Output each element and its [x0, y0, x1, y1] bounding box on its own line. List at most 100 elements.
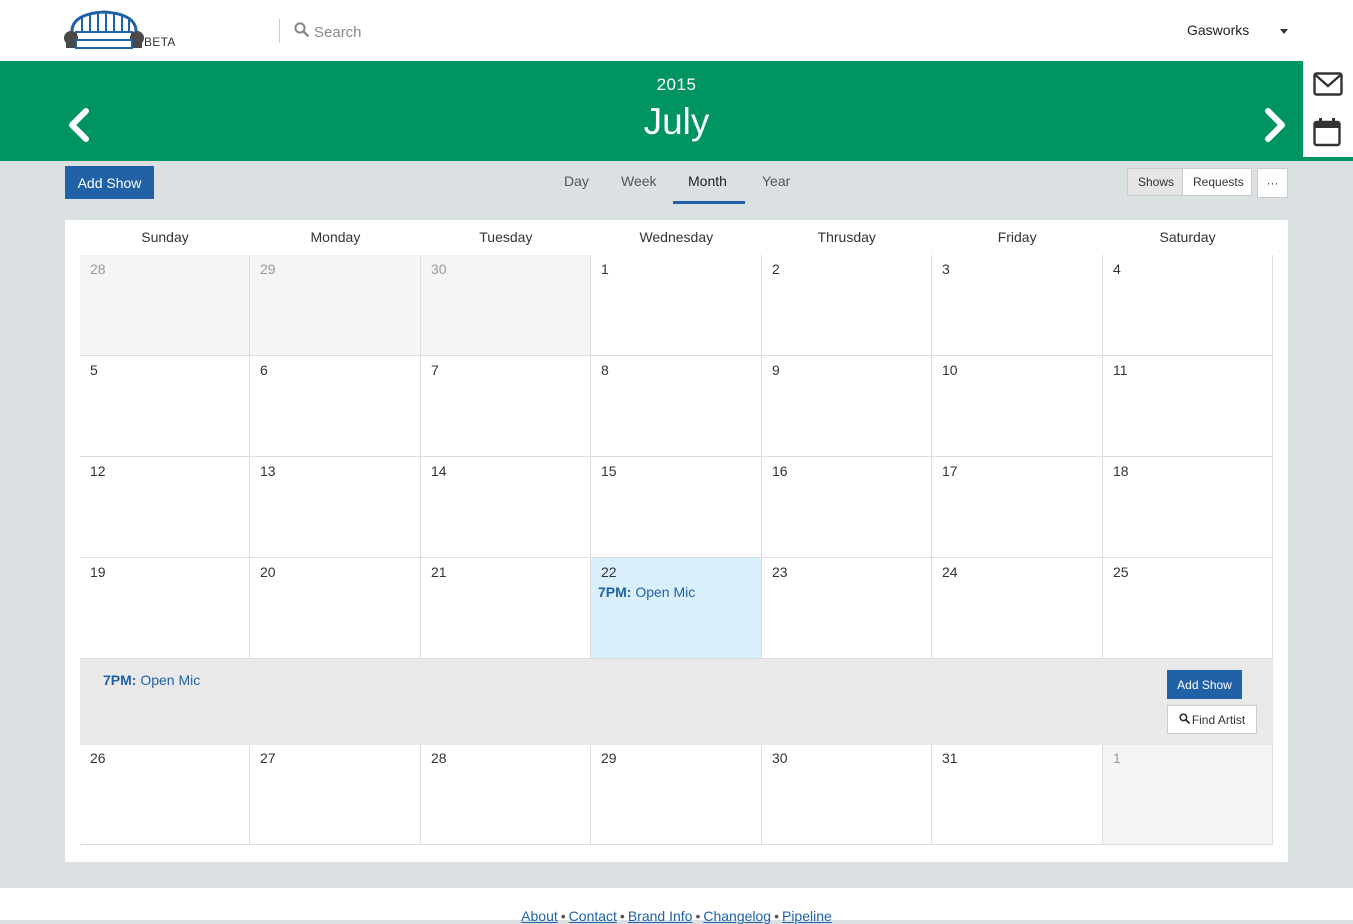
tab-month[interactable]: Month	[688, 173, 727, 189]
shows-toggle[interactable]: Shows	[1127, 168, 1183, 196]
day-number: 5	[90, 362, 98, 378]
day-cell[interactable]: 13	[250, 457, 421, 558]
day-cell[interactable]: 10	[932, 356, 1103, 457]
day-cell[interactable]: 9	[762, 356, 932, 457]
day-cell[interactable]: 11	[1103, 356, 1273, 457]
beta-tag: BETA	[144, 35, 176, 49]
weekday-label: Wednesday	[639, 229, 714, 245]
day-cell[interactable]: 20	[250, 558, 421, 659]
day-cell[interactable]: 19	[80, 558, 250, 659]
event-title: Open Mic	[635, 584, 696, 600]
day-cell[interactable]: 1	[1103, 744, 1273, 845]
day-number: 19	[90, 564, 106, 580]
day-number: 18	[1113, 463, 1129, 479]
side-accent	[1303, 157, 1353, 161]
day-cell[interactable]: 30	[421, 255, 591, 356]
day-cell[interactable]: 28	[80, 255, 250, 356]
search-box[interactable]	[294, 21, 494, 43]
tab-week[interactable]: Week	[621, 173, 657, 189]
calendar-icon[interactable]	[1313, 117, 1341, 152]
day-number: 25	[1113, 564, 1129, 580]
weekday-label: Monday	[310, 229, 361, 245]
day-cell[interactable]: 12	[80, 457, 250, 558]
top-bar: BETA Gasworks	[0, 0, 1353, 61]
day-cell[interactable]: 30	[762, 744, 932, 845]
more-options-button[interactable]: ···	[1257, 168, 1288, 198]
day-number: 13	[260, 463, 276, 479]
find-artist-button[interactable]: Find Artist	[1167, 705, 1257, 734]
day-cell[interactable]: 21	[421, 558, 591, 659]
day-number: 28	[90, 261, 106, 277]
footer-link[interactable]: Pipeline	[782, 908, 832, 924]
footer-link[interactable]: About	[521, 908, 558, 924]
detail-event-time: 7PM:	[103, 672, 137, 688]
day-number: 6	[260, 362, 268, 378]
day-cell[interactable]: 26	[80, 744, 250, 845]
day-cell[interactable]: 2	[762, 255, 932, 356]
day-cell[interactable]: 29	[591, 744, 762, 845]
footer-link[interactable]: Changelog	[703, 908, 771, 924]
weekday-label: Friday	[997, 229, 1037, 245]
day-cell[interactable]: 22 7PM: Open Mic	[591, 558, 762, 659]
day-number: 27	[260, 750, 276, 766]
tab-day[interactable]: Day	[564, 173, 589, 189]
search-input[interactable]	[314, 23, 494, 41]
day-cell[interactable]: 4	[1103, 255, 1273, 356]
day-number: 21	[431, 564, 447, 580]
day-number: 10	[942, 362, 958, 378]
tab-year[interactable]: Year	[762, 173, 790, 189]
day-number: 4	[1113, 261, 1121, 277]
find-artist-label: Find Artist	[1191, 712, 1246, 727]
day-cell[interactable]: 7	[421, 356, 591, 457]
side-panel	[1303, 61, 1353, 157]
day-number: 29	[601, 750, 617, 766]
day-cell[interactable]: 27	[250, 744, 421, 845]
filter-toggle: Shows Requests	[1127, 168, 1252, 198]
detail-event-link[interactable]: 7PM: Open Mic	[103, 672, 200, 688]
day-cell[interactable]: 24	[932, 558, 1103, 659]
day-cell[interactable]: 18	[1103, 457, 1273, 558]
day-cell[interactable]: 8	[591, 356, 762, 457]
day-number: 22	[601, 564, 617, 580]
chevron-left-icon[interactable]	[66, 107, 92, 148]
mail-icon[interactable]	[1313, 72, 1343, 101]
day-cell[interactable]: 15	[591, 457, 762, 558]
venue-selector[interactable]: Gasworks	[1187, 22, 1249, 38]
footer-separator: •	[695, 908, 701, 924]
footer: About • Contact • Brand Info • Changelog • Pipel…	[0, 888, 1353, 924]
weekday-label: Saturday	[1159, 229, 1216, 245]
day-cell[interactable]: 1	[591, 255, 762, 356]
month-header: 2015 July	[0, 61, 1303, 161]
day-cell[interactable]: 6	[250, 356, 421, 457]
day-number: 15	[601, 463, 617, 479]
day-cell[interactable]: 25	[1103, 558, 1273, 659]
footer-link[interactable]: Contact	[569, 908, 617, 924]
event-link[interactable]: 7PM: Open Mic	[598, 584, 695, 600]
day-number: 16	[772, 463, 788, 479]
day-cell[interactable]: 29	[250, 255, 421, 356]
day-cell[interactable]: 17	[932, 457, 1103, 558]
day-number: 30	[772, 750, 788, 766]
day-cell[interactable]: 5	[80, 356, 250, 457]
search-icon	[294, 22, 314, 42]
day-number: 12	[90, 463, 106, 479]
requests-toggle[interactable]: Requests	[1183, 168, 1252, 196]
day-number: 20	[260, 564, 276, 580]
detail-event-title: Open Mic	[140, 672, 201, 688]
chevron-down-icon[interactable]	[1280, 29, 1288, 34]
day-cell[interactable]: 28	[421, 744, 591, 845]
footer-link[interactable]: Brand Info	[628, 908, 693, 924]
day-number: 8	[601, 362, 609, 378]
active-tab-indicator	[673, 201, 745, 204]
day-cell[interactable]: 14	[421, 457, 591, 558]
weekday-label: Tuesday	[479, 229, 533, 245]
sofa-logo-icon[interactable]	[64, 8, 144, 52]
day-cell[interactable]: 3	[932, 255, 1103, 356]
day-cell[interactable]: 16	[762, 457, 932, 558]
day-number: 28	[431, 750, 447, 766]
detail-add-show-button[interactable]: Add Show	[1167, 670, 1242, 699]
chevron-right-icon[interactable]	[1262, 107, 1288, 148]
day-number: 2	[772, 261, 780, 277]
day-cell[interactable]: 31	[932, 744, 1103, 845]
day-cell[interactable]: 23	[762, 558, 932, 659]
